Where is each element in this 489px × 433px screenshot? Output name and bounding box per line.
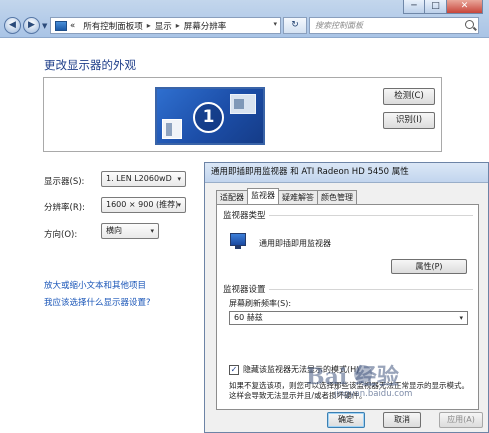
resolution-select[interactable]: 1600 × 900 (推荐) ▾ (101, 197, 186, 213)
page-title: 更改显示器的外观 (44, 58, 136, 72)
tab-monitor[interactable]: 监视器 (247, 188, 279, 204)
group-divider (269, 215, 473, 216)
monitor-1-thumbnail[interactable]: 1 (155, 87, 265, 145)
group-divider (269, 289, 473, 290)
chevron-down-icon: ▾ (459, 314, 463, 322)
forward-arrow-icon: ▶ (28, 20, 35, 30)
window-controls: ─ □ ✕ (403, 0, 483, 14)
refresh-button[interactable]: ↻ (283, 17, 307, 34)
refresh-icon: ↻ (291, 20, 299, 30)
breadcrumb-overflow[interactable]: « (70, 21, 75, 31)
control-panel-icon (55, 20, 67, 31)
dialog-tabs: 适配器 监视器 疑难解答 颜色管理 (216, 188, 357, 204)
forward-button[interactable]: ▶ (23, 17, 40, 34)
properties-button[interactable]: 属性(P) (391, 259, 467, 274)
window-thumbnail (162, 119, 182, 139)
chevron-down-icon: ▾ (177, 201, 181, 209)
hide-modes-checkbox[interactable]: ✓ (229, 365, 239, 375)
refresh-rate-label: 屏幕刷新频率(S): (229, 299, 292, 308)
refresh-rate-value: 60 赫兹 (234, 313, 263, 322)
monitor-number: 1 (193, 102, 224, 133)
breadcrumb-separator[interactable]: ▸ (147, 21, 151, 30)
orientation-value: 横向 (106, 226, 122, 235)
refresh-rate-select[interactable]: 60 赫兹 ▾ (229, 311, 468, 325)
baidu-paw-icon (354, 365, 372, 383)
address-dropdown-icon[interactable]: ▾ (273, 20, 277, 28)
monitor-type-group-label: 监视器类型 (223, 211, 266, 221)
identify-button[interactable]: 识别(I) (383, 112, 435, 129)
back-arrow-icon: ◀ (9, 20, 16, 30)
breadcrumb-separator[interactable]: ▸ (176, 21, 180, 30)
text-size-link[interactable]: 放大或缩小文本和其他项目 (44, 279, 146, 291)
tab-adapter[interactable]: 适配器 (216, 190, 248, 204)
back-button[interactable]: ◀ (4, 17, 21, 34)
chevron-down-icon: ▾ (177, 175, 181, 183)
display-value: 1. LEN L2060wD (106, 174, 172, 183)
breadcrumb-display[interactable]: 显示 (155, 20, 172, 32)
display-label: 显示器(S): (44, 177, 85, 187)
orientation-select[interactable]: 横向 ▾ (101, 223, 159, 239)
resolution-value: 1600 × 900 (推荐) (106, 200, 179, 209)
display-settings-help-link[interactable]: 我应该选择什么显示器设置? (44, 296, 151, 308)
address-bar[interactable]: « 所有控制面板项 ▸ 显示 ▸ 屏幕分辨率 ▾ (50, 17, 281, 34)
close-button[interactable]: ✕ (447, 0, 483, 14)
control-panel-toolbar: ─ □ ✕ ◀ ▶ ▼ « 所有控制面板项 ▸ 显示 ▸ 屏幕分辨率 ▾ ↻ 搜… (0, 0, 489, 38)
breadcrumb-all-control-panel-items[interactable]: 所有控制面板项 (83, 20, 143, 32)
tab-troubleshoot[interactable]: 疑难解答 (278, 190, 318, 204)
watermark-url: jingyan.baidu.com (334, 389, 413, 399)
tab-color-management[interactable]: 颜色管理 (317, 190, 357, 204)
watermark-logo-text: Bai 经验 (306, 364, 399, 390)
display-preview: 1 检测(C) 识别(I) (43, 77, 442, 152)
monitor-type-name: 通用即插即用监视器 (259, 239, 331, 248)
chevron-down-icon: ▾ (150, 227, 154, 235)
monitor-settings-group-label: 监视器设置 (223, 285, 266, 295)
recent-pages-dropdown[interactable]: ▼ (42, 22, 47, 30)
detect-button[interactable]: 检测(C) (383, 88, 435, 105)
search-placeholder: 搜索控制面板 (315, 21, 363, 30)
breadcrumb-screen-resolution[interactable]: 屏幕分辨率 (184, 20, 227, 32)
dialog-title: 通用即插即用监视器 和 ATI Radeon HD 5450 属性 (205, 163, 488, 183)
minimize-button[interactable]: ─ (403, 0, 425, 14)
baidu-jingyan-watermark: Bai 经验 jingyan.baidu.com (306, 359, 486, 425)
maximize-button[interactable]: □ (425, 0, 447, 14)
orientation-label: 方向(O): (44, 230, 78, 240)
window-thumbnail (230, 94, 256, 114)
resolution-label: 分辨率(R): (44, 203, 85, 213)
display-select[interactable]: 1. LEN L2060wD ▾ (101, 171, 186, 187)
search-icon (465, 20, 474, 29)
monitor-icon (230, 233, 246, 249)
search-input[interactable]: 搜索控制面板 (309, 17, 479, 34)
